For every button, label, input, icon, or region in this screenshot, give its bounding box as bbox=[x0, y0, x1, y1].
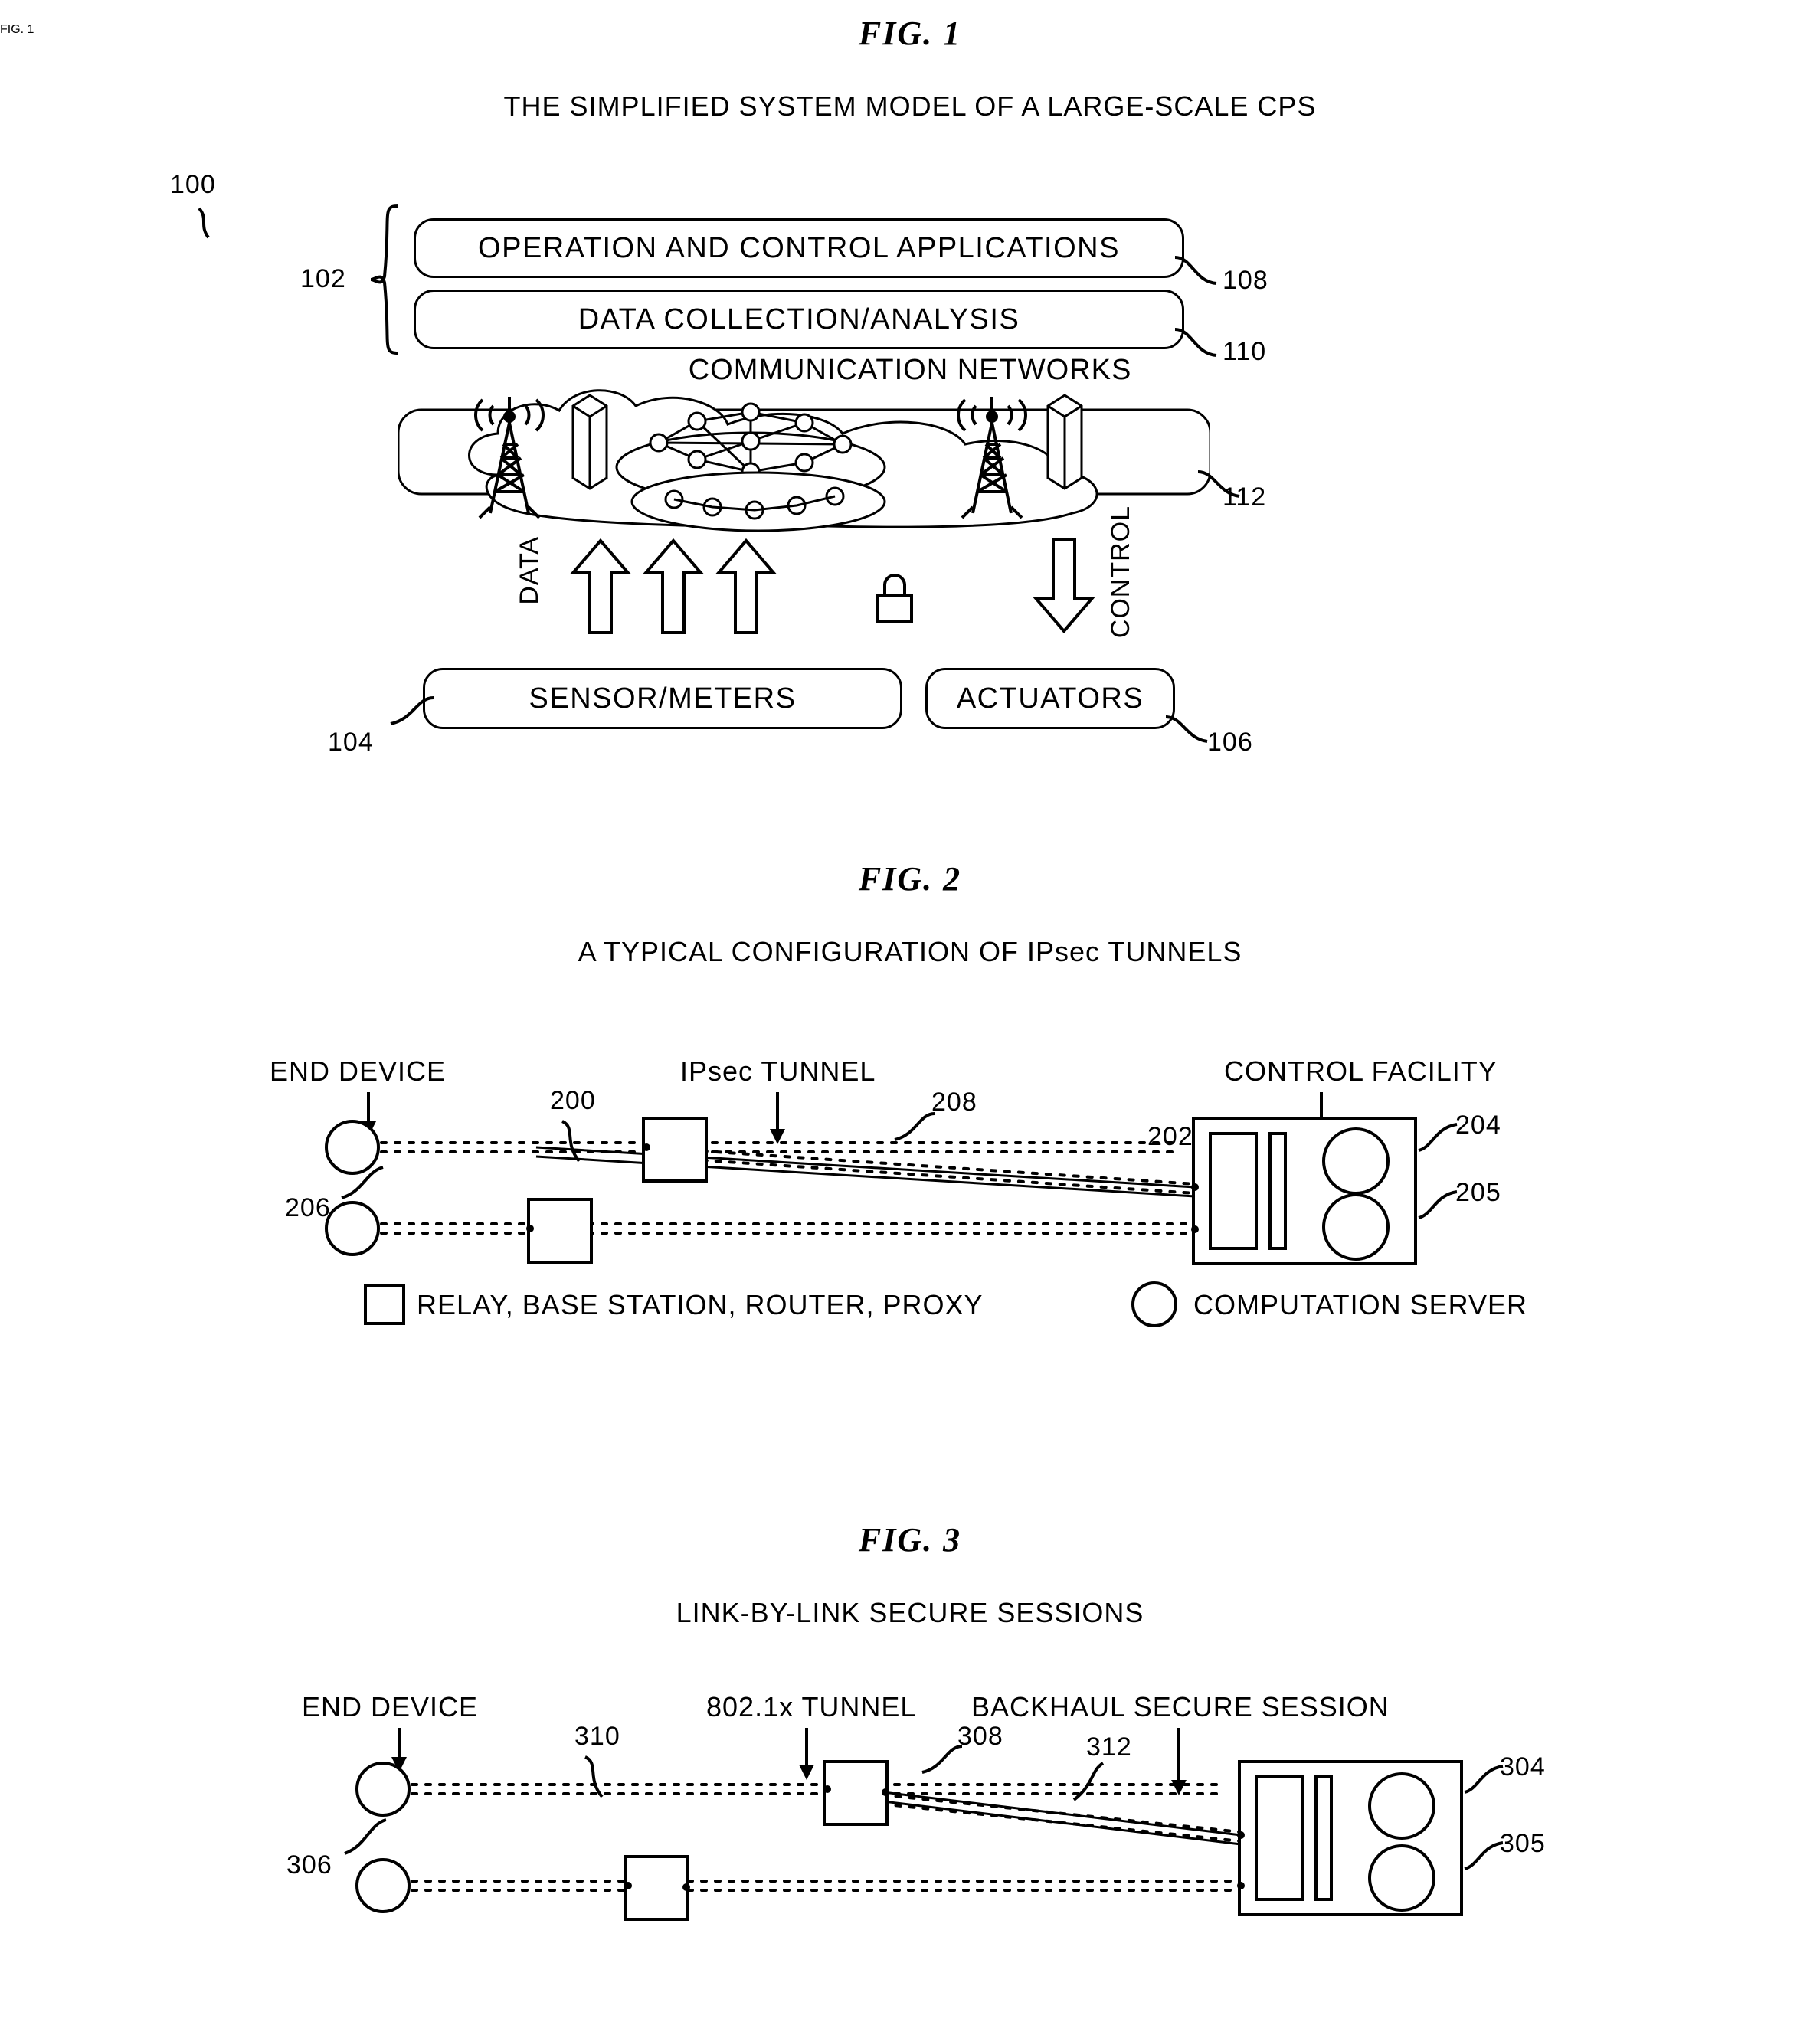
patent-figure-sheet: FIG. 1 FIG. 1 THE SIMPLIFIED SYSTEM MODE… bbox=[0, 0, 1820, 2035]
fig3-end-device-label: END DEVICE bbox=[302, 1691, 479, 1723]
fig1-box-data-collection: DATA COLLECTION/ANALYSIS bbox=[414, 290, 1184, 349]
fig3-topology bbox=[355, 1760, 1463, 1921]
fig2-title: FIG. 2 bbox=[858, 860, 962, 898]
fig3-8021x-tunnel-label: 802.1x TUNNEL bbox=[706, 1691, 917, 1723]
fig2-ref-204-leader bbox=[1418, 1123, 1458, 1152]
fig1-control-arrow bbox=[1033, 538, 1095, 634]
fig1-box-sensor-meters: SENSOR/METERS bbox=[423, 668, 902, 729]
fig2-ipsec-tunnel-label: IPsec TUNNEL bbox=[680, 1055, 876, 1087]
fig2-ref-206-leader bbox=[341, 1166, 384, 1199]
fig1-control-label: CONTROL bbox=[1106, 505, 1135, 639]
fig1-ref-112: 112 bbox=[1223, 483, 1267, 512]
fig2-ref-204: 204 bbox=[1455, 1111, 1501, 1140]
fig1-brace-102 bbox=[370, 204, 399, 355]
fig3-ref-308: 308 bbox=[957, 1722, 1003, 1751]
fig1-title-text: FIG. 1 bbox=[858, 15, 962, 52]
fig1-cell-tower-left-icon bbox=[474, 397, 545, 519]
fig1-ref-104-leader bbox=[390, 696, 434, 725]
fig3-backhaul-label: BACKHAUL SECURE SESSION bbox=[971, 1691, 1390, 1723]
fig1-box-operation-control-applications: OPERATION AND CONTROL APPLICATIONS bbox=[414, 218, 1184, 278]
fig1-ref-100-leader bbox=[198, 207, 210, 239]
fig1-access-network bbox=[630, 471, 886, 532]
fig2-end-device-label: END DEVICE bbox=[270, 1055, 447, 1087]
fig1-data-arrows bbox=[569, 538, 777, 634]
fig2-topology bbox=[325, 1117, 1417, 1265]
fig3-subtitle: LINK-BY-LINK SECURE SESSIONS bbox=[676, 1597, 1144, 1628]
fig1-ref-102: 102 bbox=[300, 264, 346, 293]
fig1-communication-networks-label: COMMUNICATION NETWORKS bbox=[688, 354, 1132, 386]
fig2-ref-205-leader bbox=[1418, 1190, 1458, 1219]
fig1-gateway-right-icon bbox=[1046, 394, 1083, 490]
fig1-cell-tower-right-icon bbox=[957, 397, 1027, 519]
fig1-gateway-left-icon bbox=[571, 394, 608, 490]
fig3-ref-306-leader bbox=[344, 1818, 387, 1855]
fig3-ref-305: 305 bbox=[1500, 1829, 1546, 1858]
fig2-control-facility-label: CONTROL FACILITY bbox=[1224, 1055, 1498, 1087]
fig1-ref-104: 104 bbox=[328, 728, 374, 757]
fig1-ref-100: 100 bbox=[170, 170, 216, 199]
fig3-ref-310: 310 bbox=[574, 1722, 620, 1751]
fig1-ref-108: 108 bbox=[1223, 266, 1268, 295]
fig1-subtitle: THE SIMPLIFIED SYSTEM MODEL OF A LARGE-S… bbox=[503, 90, 1317, 122]
fig2-ref-206: 206 bbox=[285, 1193, 331, 1222]
fig2-legend-relay-icon bbox=[364, 1284, 405, 1325]
fig3-ref-304: 304 bbox=[1500, 1752, 1546, 1781]
fig3-title: FIG. 3 bbox=[858, 1521, 962, 1559]
fig2-subtitle: A TYPICAL CONFIGURATION OF IPsec TUNNELS bbox=[578, 936, 1242, 967]
fig1-ref-106: 106 bbox=[1207, 728, 1253, 757]
fig1-data-label: DATA bbox=[515, 536, 544, 605]
fig2-legend-server-icon bbox=[1131, 1281, 1177, 1327]
fig1-box-actuators: ACTUATORS bbox=[925, 668, 1175, 729]
fig2-legend-relay-label: RELAY, BASE STATION, ROUTER, PROXY bbox=[417, 1289, 984, 1320]
fig1-lock-icon bbox=[876, 574, 913, 623]
fig2-legend-server-label: COMPUTATION SERVER bbox=[1193, 1289, 1528, 1320]
fig2-ref-205: 205 bbox=[1455, 1178, 1501, 1207]
fig3-ref-306: 306 bbox=[286, 1850, 332, 1880]
